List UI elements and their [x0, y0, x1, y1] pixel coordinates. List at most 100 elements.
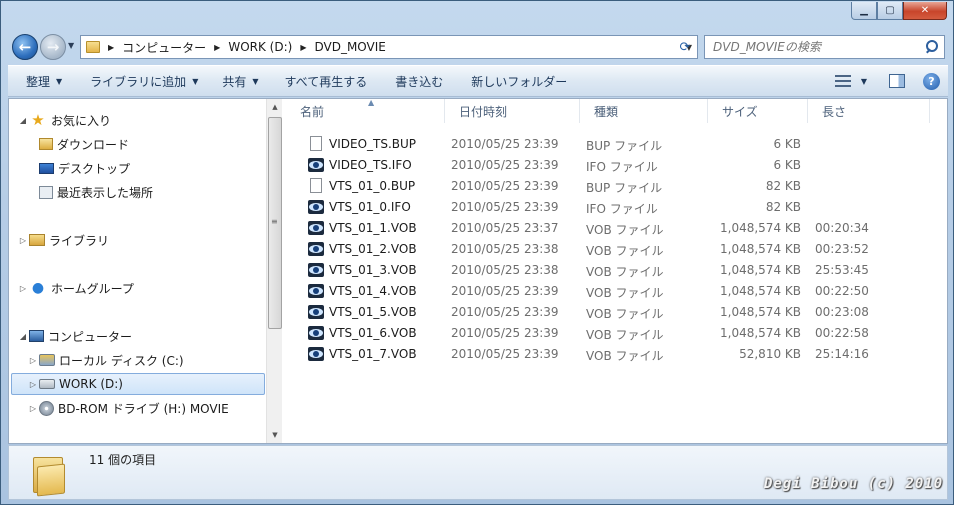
- file-name[interactable]: VTS_01_3.VOB: [308, 261, 417, 278]
- breadcrumb-dvd-movie[interactable]: DVD_MOVIE: [314, 40, 385, 54]
- view-options-chevron-icon[interactable]: ▼: [861, 77, 867, 86]
- file-row[interactable]: VTS_01_4.VOB 2010/05/25 23:39 VOB ファイル 1,04…: [286, 281, 947, 302]
- column-size-label: サイズ: [722, 104, 758, 119]
- file-name[interactable]: VTS_01_6.VOB: [308, 324, 417, 341]
- forward-button[interactable]: →: [40, 34, 66, 60]
- sort-ascending-icon: ▲: [368, 98, 375, 107]
- search-icon[interactable]: [922, 38, 940, 56]
- nav-desktop[interactable]: デスクトップ: [39, 157, 130, 179]
- column-header-size[interactable]: サイズ: [708, 99, 808, 123]
- file-type: BUP ファイル: [586, 139, 663, 153]
- nav-computer[interactable]: ◢ コンピューター: [17, 325, 132, 347]
- organize-label: 整理: [26, 74, 51, 89]
- expand-triangle-icon[interactable]: ▷: [27, 380, 39, 389]
- navigation-scrollbar[interactable]: ▲ ≡ ▼: [266, 99, 282, 443]
- recent-places-icon: [39, 185, 53, 199]
- blank-file-icon: [308, 177, 324, 194]
- file-name[interactable]: VTS_01_5.VOB: [308, 303, 417, 320]
- nav-local-disk-c[interactable]: ▷ ローカル ディスク (C:): [27, 349, 184, 371]
- burn-button[interactable]: 書き込む: [385, 69, 453, 93]
- collapse-triangle-icon[interactable]: ◢: [17, 116, 29, 125]
- nav-recent-places[interactable]: 最近表示した場所: [39, 181, 153, 203]
- desktop-icon: [39, 162, 54, 174]
- folder-icon: [29, 453, 69, 497]
- maximize-button[interactable]: ▢: [877, 2, 903, 20]
- collapse-triangle-icon[interactable]: ◢: [17, 332, 29, 341]
- file-name[interactable]: VTS_01_0.IFO: [308, 198, 411, 215]
- nav-homegroup[interactable]: ▷ ホームグループ: [17, 277, 134, 299]
- file-date: 2010/05/25 23:39: [451, 137, 559, 151]
- column-header-date[interactable]: 日付時刻: [445, 99, 580, 123]
- column-header-length[interactable]: 長さ: [808, 99, 930, 123]
- file-row[interactable]: VIDEO_TS.BUP 2010/05/25 23:39 BUP ファイル 6 KB: [286, 134, 947, 155]
- file-row[interactable]: VTS_01_2.VOB 2010/05/25 23:38 VOB ファイル 1,04…: [286, 239, 947, 260]
- breadcrumb-arrow-icon[interactable]: ▶: [214, 43, 220, 52]
- breadcrumb-computer[interactable]: コンピューター: [122, 39, 206, 56]
- nav-bdrom-drive[interactable]: ▷ BD-ROM ドライブ (H:) MOVIE: [27, 397, 229, 419]
- back-button[interactable]: ←: [12, 34, 38, 60]
- file-name[interactable]: VTS_01_4.VOB: [308, 282, 417, 299]
- new-folder-button[interactable]: 新しいフォルダー: [461, 69, 577, 93]
- recent-pages-dropdown[interactable]: ▼: [68, 41, 74, 50]
- expand-triangle-icon[interactable]: ▷: [17, 236, 29, 245]
- file-row[interactable]: VTS_01_0.BUP 2010/05/25 23:39 BUP ファイル 82 K…: [286, 176, 947, 197]
- file-row[interactable]: VTS_01_3.VOB 2010/05/25 23:38 VOB ファイル 1,04…: [286, 260, 947, 281]
- file-size: 82 KB: [765, 179, 801, 193]
- expand-triangle-icon[interactable]: ▷: [17, 284, 29, 293]
- scroll-up-icon[interactable]: ▲: [267, 99, 283, 115]
- nav-libraries-label: ライブラリ: [49, 233, 110, 248]
- file-row[interactable]: VTS_01_0.IFO 2010/05/25 23:39 IFO ファイル 82 K…: [286, 197, 947, 218]
- play-all-button[interactable]: すべて再生する: [275, 69, 378, 93]
- file-size: 82 KB: [765, 200, 801, 214]
- file-name[interactable]: VTS_01_1.VOB: [308, 219, 417, 236]
- breadcrumb-work-drive[interactable]: WORK (D:): [228, 40, 292, 54]
- file-row[interactable]: VTS_01_1.VOB 2010/05/25 23:37 VOB ファイル 1,04…: [286, 218, 947, 239]
- minimize-button[interactable]: ▁: [851, 2, 877, 20]
- close-button[interactable]: ✕: [903, 2, 947, 20]
- file-type: VOB ファイル: [586, 223, 664, 237]
- share-button[interactable]: 共有 ▼: [212, 69, 268, 93]
- help-icon[interactable]: ?: [923, 72, 940, 90]
- address-bar[interactable]: ▶ コンピューター ▶ WORK (D:) ▶ DVD_MOVIE ▼: [80, 35, 698, 59]
- file-date: 2010/05/25 23:39: [451, 200, 559, 214]
- search-box[interactable]: [704, 35, 945, 59]
- watermark-text: Degi Bibou (c) 2010: [764, 476, 944, 492]
- change-view-icon[interactable]: [834, 75, 851, 87]
- breadcrumb-arrow-icon[interactable]: ▶: [300, 43, 306, 52]
- file-name-text: VTS_01_4.VOB: [329, 283, 417, 298]
- expand-triangle-icon[interactable]: ▷: [27, 404, 39, 413]
- preview-pane-icon[interactable]: [889, 74, 905, 88]
- blank-file-icon: [308, 135, 324, 152]
- add-to-library-button[interactable]: ライブラリに追加 ▼: [80, 69, 208, 93]
- file-size: 52,810 KB: [739, 347, 801, 361]
- breadcrumb-arrow-icon[interactable]: ▶: [108, 43, 114, 52]
- nav-work-drive[interactable]: ▷ WORK (D:): [11, 373, 265, 395]
- file-name[interactable]: VIDEO_TS.BUP: [308, 135, 416, 152]
- refresh-icon[interactable]: ⟳: [673, 35, 697, 59]
- file-name[interactable]: VTS_01_2.VOB: [308, 240, 417, 257]
- computer-icon: [29, 330, 44, 342]
- file-type: VOB ファイル: [586, 307, 664, 321]
- file-size: 1,048,574 KB: [720, 305, 801, 319]
- system-drive-icon: [39, 354, 55, 366]
- nav-favorites[interactable]: ◢ お気に入り: [17, 109, 111, 131]
- expand-triangle-icon[interactable]: ▷: [27, 356, 39, 365]
- organize-button[interactable]: 整理 ▼: [8, 69, 72, 93]
- column-header-name[interactable]: ▲ 名前: [286, 98, 445, 123]
- chevron-down-icon: ▼: [192, 76, 199, 86]
- disc-drive-icon: [39, 400, 54, 416]
- column-header-type[interactable]: 種類: [580, 99, 708, 123]
- file-name[interactable]: VTS_01_7.VOB: [308, 345, 417, 362]
- file-row[interactable]: VTS_01_5.VOB 2010/05/25 23:39 VOB ファイル 1,04…: [286, 302, 947, 323]
- nav-downloads[interactable]: ダウンロード: [39, 133, 129, 155]
- file-length: 00:22:50: [815, 284, 869, 298]
- file-row[interactable]: VTS_01_6.VOB 2010/05/25 23:39 VOB ファイル 1,04…: [286, 323, 947, 344]
- file-row[interactable]: VIDEO_TS.IFO 2010/05/25 23:39 IFO ファイル 6 KB: [286, 155, 947, 176]
- file-name[interactable]: VIDEO_TS.IFO: [308, 156, 412, 173]
- nav-libraries[interactable]: ▷ ライブラリ: [17, 229, 109, 251]
- file-name[interactable]: VTS_01_0.BUP: [308, 177, 415, 194]
- file-name-text: VTS_01_0.BUP: [329, 178, 416, 193]
- search-input[interactable]: [713, 40, 922, 54]
- file-row[interactable]: VTS_01_7.VOB 2010/05/25 23:39 VOB ファイル 52,8…: [286, 344, 947, 365]
- scroll-down-icon[interactable]: ▼: [267, 427, 283, 443]
